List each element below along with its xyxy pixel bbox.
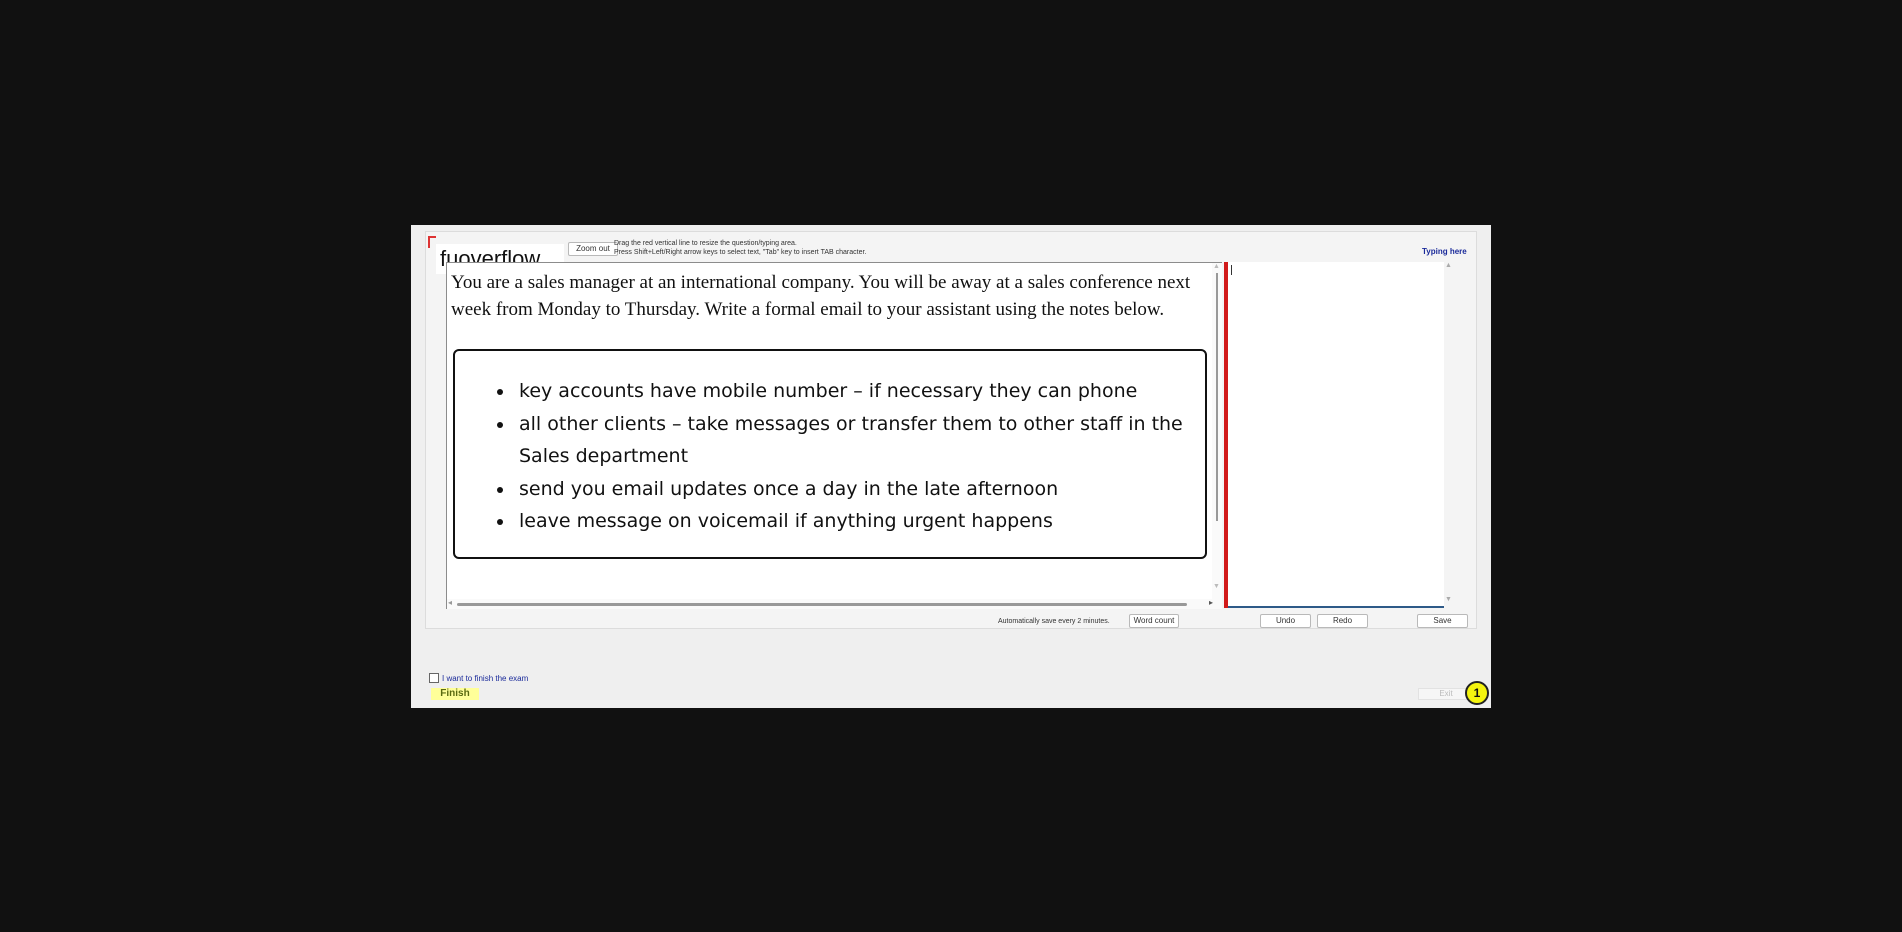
scroll-down-arrow-icon[interactable]: ▼	[1213, 583, 1220, 590]
answer-vertical-scrollbar[interactable]: ▲ ▼	[1444, 262, 1454, 606]
finish-button[interactable]: Finish	[431, 688, 479, 700]
scroll-left-arrow-icon[interactable]: ◂	[448, 598, 452, 607]
typing-here-label: Typing here	[1422, 247, 1467, 256]
undo-button[interactable]: Undo	[1260, 614, 1311, 628]
text-caret	[1231, 265, 1232, 275]
note-item: leave message on voicemail if anything u…	[515, 505, 1195, 538]
scroll-up-arrow-icon[interactable]: ▲	[1213, 263, 1220, 270]
scroll-thumb[interactable]	[1216, 273, 1218, 521]
scroll-up-arrow-icon[interactable]: ▲	[1445, 262, 1452, 269]
scroll-down-arrow-icon[interactable]: ▼	[1445, 596, 1452, 603]
finish-exam-label[interactable]: I want to finish the exam	[442, 674, 528, 683]
question-pane: You are a sales manager at an internatio…	[446, 262, 1222, 609]
finish-exam-checkbox[interactable]	[429, 673, 439, 683]
question-prompt: You are a sales manager at an internatio…	[451, 272, 1191, 320]
instructions: Drag the red vertical line to resize the…	[614, 239, 866, 257]
save-button[interactable]: Save	[1417, 614, 1468, 628]
corner-marker	[428, 236, 436, 248]
autosave-notice: Automatically save every 2 minutes.	[998, 618, 1110, 625]
scroll-right-arrow-icon[interactable]: ▸	[1209, 598, 1213, 607]
notes-list: key accounts have mobile number – if nec…	[487, 375, 1195, 538]
exam-window: fuoverflow Zoom out Drag the red vertica…	[411, 225, 1491, 708]
word-count-button[interactable]: Word count	[1129, 614, 1179, 628]
note-item: all other clients – take messages or tra…	[515, 408, 1195, 473]
note-item: key accounts have mobile number – if nec…	[515, 375, 1195, 408]
question-vertical-scrollbar[interactable]: ▲ ▼	[1212, 263, 1222, 599]
redo-button[interactable]: Redo	[1317, 614, 1368, 628]
instructions-line-1: Drag the red vertical line to resize the…	[614, 240, 797, 247]
instructions-line-2: Press Shift+Left/Right arrow keys to sel…	[614, 249, 867, 256]
scroll-thumb[interactable]	[457, 603, 1187, 606]
answer-textarea[interactable]	[1228, 262, 1444, 608]
essay-panel: fuoverflow Zoom out Drag the red vertica…	[425, 231, 1477, 629]
question-number-badge: 1	[1465, 681, 1489, 705]
note-item: send you email updates once a day in the…	[515, 473, 1195, 506]
zoom-out-button[interactable]: Zoom out	[568, 242, 618, 256]
question-horizontal-scrollbar[interactable]: ◂ ▸	[447, 598, 1222, 609]
notes-box: key accounts have mobile number – if nec…	[453, 349, 1207, 559]
